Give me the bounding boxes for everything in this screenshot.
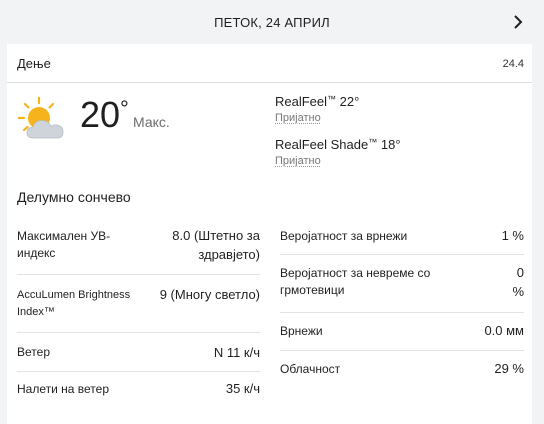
divider: [280, 312, 524, 313]
detail-label: Веројатност за невреме со грмотевици: [280, 266, 431, 297]
detail-value: 1 %: [501, 228, 524, 243]
detail-label: Веројатност за врнежи: [280, 229, 408, 243]
realfeel-shade: RealFeel Shade™ 18°: [275, 137, 401, 152]
detail-label: Врнежи: [280, 324, 323, 338]
detail-label: Ветер: [17, 345, 50, 359]
detail-value: 0.0 мм: [484, 323, 524, 338]
divider: [280, 254, 524, 255]
detail-value: 9 (Многу светло): [159, 287, 260, 302]
realfeel-shade-phrase[interactable]: Пријатно: [275, 155, 321, 167]
max-label: Макс.: [133, 114, 170, 130]
realfeel: RealFeel™ 22°: [275, 94, 360, 109]
chevron-right-icon[interactable]: [508, 12, 528, 32]
date-label: ПЕТОК, 24 АПРИЛ: [214, 14, 330, 30]
day-tab-row: Дење 24.4: [7, 44, 532, 83]
realfeel-phrase[interactable]: Пријатно: [275, 112, 321, 124]
forecast-card: Дење 24.4 20° Макс. RealFeel™ 22° Пријат…: [7, 44, 532, 424]
detail-value: 8.0 (Штетно за здравјето): [172, 228, 260, 262]
detail-value: 29 %: [494, 361, 524, 376]
date-header: ПЕТОК, 24 АПРИЛ: [0, 0, 544, 44]
divider: [17, 371, 260, 372]
divider: [17, 274, 260, 275]
day-label: Дење: [17, 56, 51, 71]
detail-label: Максимален УВ-индекс: [17, 229, 111, 260]
detail-value: 0 %: [512, 265, 524, 299]
current-temperature: 20°: [80, 94, 129, 135]
partly-sunny-icon: [17, 96, 64, 139]
weather-phrase: Делумно сончево: [17, 189, 131, 205]
divider: [280, 350, 524, 351]
detail-label: Налети на ветер: [17, 382, 110, 396]
detail-label: Облачност: [280, 362, 341, 376]
detail-label: AccuLumen Brightness Index™: [17, 289, 131, 318]
detail-value: N 11 к/ч: [213, 345, 260, 360]
detail-value: 35 к/ч: [225, 381, 260, 396]
day-date: 24.4: [502, 58, 524, 70]
divider: [17, 332, 260, 333]
